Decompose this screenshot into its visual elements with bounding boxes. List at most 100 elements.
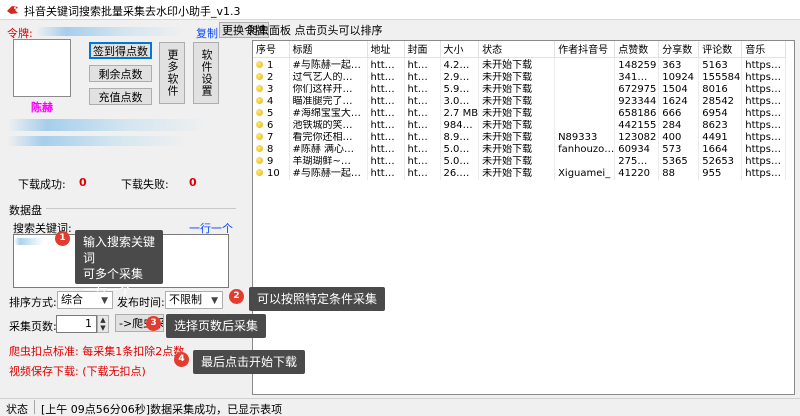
data-panel-divider [46,208,236,209]
table-cell: ht… [404,57,441,72]
row-index: 2 [253,71,290,84]
fee-note: 爬虫扣点标准: 每采集1条扣除2点数 [9,345,185,358]
row-index: 6 [253,119,290,132]
table-cell: 41220 [614,168,660,181]
status-dot-icon [256,108,263,116]
results-table[interactable]: 序号 标题 地址 封面 大小 状态 作者抖音号 点赞数 分享数 评论数 音乐 1 #与陈赫一起… htt… [252,40,795,395]
publish-time-select[interactable]: 不限制 ▼ [165,291,223,309]
table-cell: ht… [404,83,441,96]
table-cell: 573 [658,144,700,157]
table-cell: 未开始下载 [478,95,556,108]
table-row[interactable]: 1 #与陈赫一起… htt… ht… 4.2… 未开始下载 148259 363 5163 htt… [253,57,787,72]
row-index-text: 5 [267,107,274,119]
column-header[interactable]: 分享数 [658,41,700,58]
recharge-button[interactable]: 充值点数 [89,88,152,105]
keyword-blur [14,238,44,245]
row-index-text: 2 [267,71,274,83]
pages-stepper[interactable]: ▲ ▼ [97,315,109,333]
table-cell: 5.0… [440,156,480,169]
table-cell: 6954 [698,107,743,120]
table-row[interactable]: 5 #海绵宝宝大… htt… ht… 2.7 MB 未开始下载 658186 666 6954 h… [253,107,787,120]
table-cell: 666 [658,107,700,120]
status-dot-icon [256,72,263,80]
title-bar: 抖音关键词搜索批量采集去水印小助手_v1.3 [0,0,800,20]
table-cell: 4.2… [440,57,480,72]
table-row[interactable]: 6 池铁城的笑… htt… ht… 984… 未开始下载 442155 284 8623 http… [253,119,787,132]
table-cell: htt… [367,83,405,96]
table-cell: https… [741,144,787,157]
table-cell: 984… [440,119,480,132]
table-row[interactable]: 4 瞄准腿完了… htt… ht… 3.0… 未开始下载 923344 1624 28542 ht… [253,95,787,108]
status-message: [上午 09点56分06秒]数据采集成功，已显示表项 [41,403,283,416]
software-settings-button[interactable]: 软件设置 [193,42,219,104]
status-dot-icon [256,96,263,104]
table-cell: 未开始下载 [478,156,556,169]
table-row[interactable]: 8 #陈赫 满心… htt… ht… 5.0… 未开始下载 fanhouzo… 60934 57… [253,144,787,157]
table-cell: 未开始下载 [478,168,556,181]
tooltip-4: 最后点击开始下载 [193,350,306,374]
more-software-button[interactable]: 更多软件 [159,42,185,104]
table-row[interactable]: 7 看完你还相… htt… ht… 8.9… 未开始下载 N89333 123082 400 44… [253,131,787,145]
table-cell: 5.9… [440,83,480,96]
data-panel-title: 数据盘 [9,204,42,217]
table-cell: 3.0… [440,95,480,108]
table-cell: 8623 [698,119,743,132]
video-save-label: 视频保存下载: (下载无扣点) [9,365,146,378]
table-cell: #陈赫 满心… [289,144,368,157]
table-cell: 未开始下载 [478,57,556,72]
column-header[interactable]: 封面 [404,41,441,58]
table-cell: 923344 [614,95,660,108]
signin-button[interactable]: 签到得点数 [89,42,152,59]
row-index: 4 [253,95,290,108]
table-row[interactable]: 10 #与陈赫一起… htt… ht… 26.… 未开始下载 Xiguamei_ 41220 8… [253,168,787,181]
column-header[interactable]: 序号 [253,41,290,58]
table-cell: 瞄准腿完了… [289,95,368,108]
table-cell: https… [741,71,787,84]
pages-input[interactable]: 1 [56,315,97,333]
table-row[interactable]: 2 过气艺人的… htt… ht… 2.9… 未开始下载 341… 10924 155584 ht… [253,71,787,84]
column-header[interactable]: 地址 [367,41,405,58]
table-cell: ht… [404,119,441,132]
table-row[interactable]: 9 羊瑚瑚鲜~… htt… ht… 5.0… 未开始下载 275… 5365 52653 http… [253,156,787,169]
row-index-text: 9 [267,156,274,168]
column-header[interactable]: 音乐 [741,41,787,58]
column-header[interactable]: 点赞数 [614,41,660,58]
table-cell: #与陈赫一起… [289,168,368,181]
copy-token-link[interactable]: 复制 [196,25,218,41]
sort-value: 综合 [61,293,83,306]
table-cell: 看完你还相… [289,131,368,145]
table-cell: ht… [404,156,441,169]
table-cell: https… [741,57,787,72]
column-header[interactable]: 作者抖音号 [554,41,616,58]
row-index-text: 6 [267,119,274,131]
table-cell: 未开始下载 [478,131,556,145]
status-dot-icon [256,60,263,68]
status-dot-icon [256,84,263,92]
status-dot-icon [256,145,263,153]
table-cell: 955 [698,168,743,181]
column-header[interactable]: 标题 [289,41,368,58]
table-cell: htt… [367,95,405,108]
column-header[interactable]: 状态 [478,41,556,58]
table-cell: ht… [404,71,441,84]
table-cell: 400 [658,131,700,145]
row-index-text: 3 [267,83,274,95]
column-header[interactable]: 评论数 [698,41,743,58]
table-cell: htt… [367,144,405,157]
table-row[interactable]: 3 你们这样开… htt… ht… 5.9… 未开始下载 672975 1504 8016 htt… [253,83,787,96]
stepper-down-icon[interactable]: ▼ [98,324,108,332]
table-cell [554,57,616,72]
row-index: 8 [253,144,290,157]
row-index-text: 7 [267,132,274,144]
row-index: 5 [253,107,290,120]
table-cell: https… [741,119,787,132]
table-cell: ht… [404,107,441,120]
table-cell: https… [741,107,787,120]
column-header[interactable]: 大小 [440,41,480,58]
stepper-up-icon[interactable]: ▲ [98,316,108,324]
table-cell: ht… [404,144,441,157]
table-cell: https… [741,156,787,169]
remaining-points-button[interactable]: 剩余点数 [89,65,152,82]
table-cell: #海绵宝宝大… [289,107,368,120]
row-index-text: 1 [267,59,274,71]
